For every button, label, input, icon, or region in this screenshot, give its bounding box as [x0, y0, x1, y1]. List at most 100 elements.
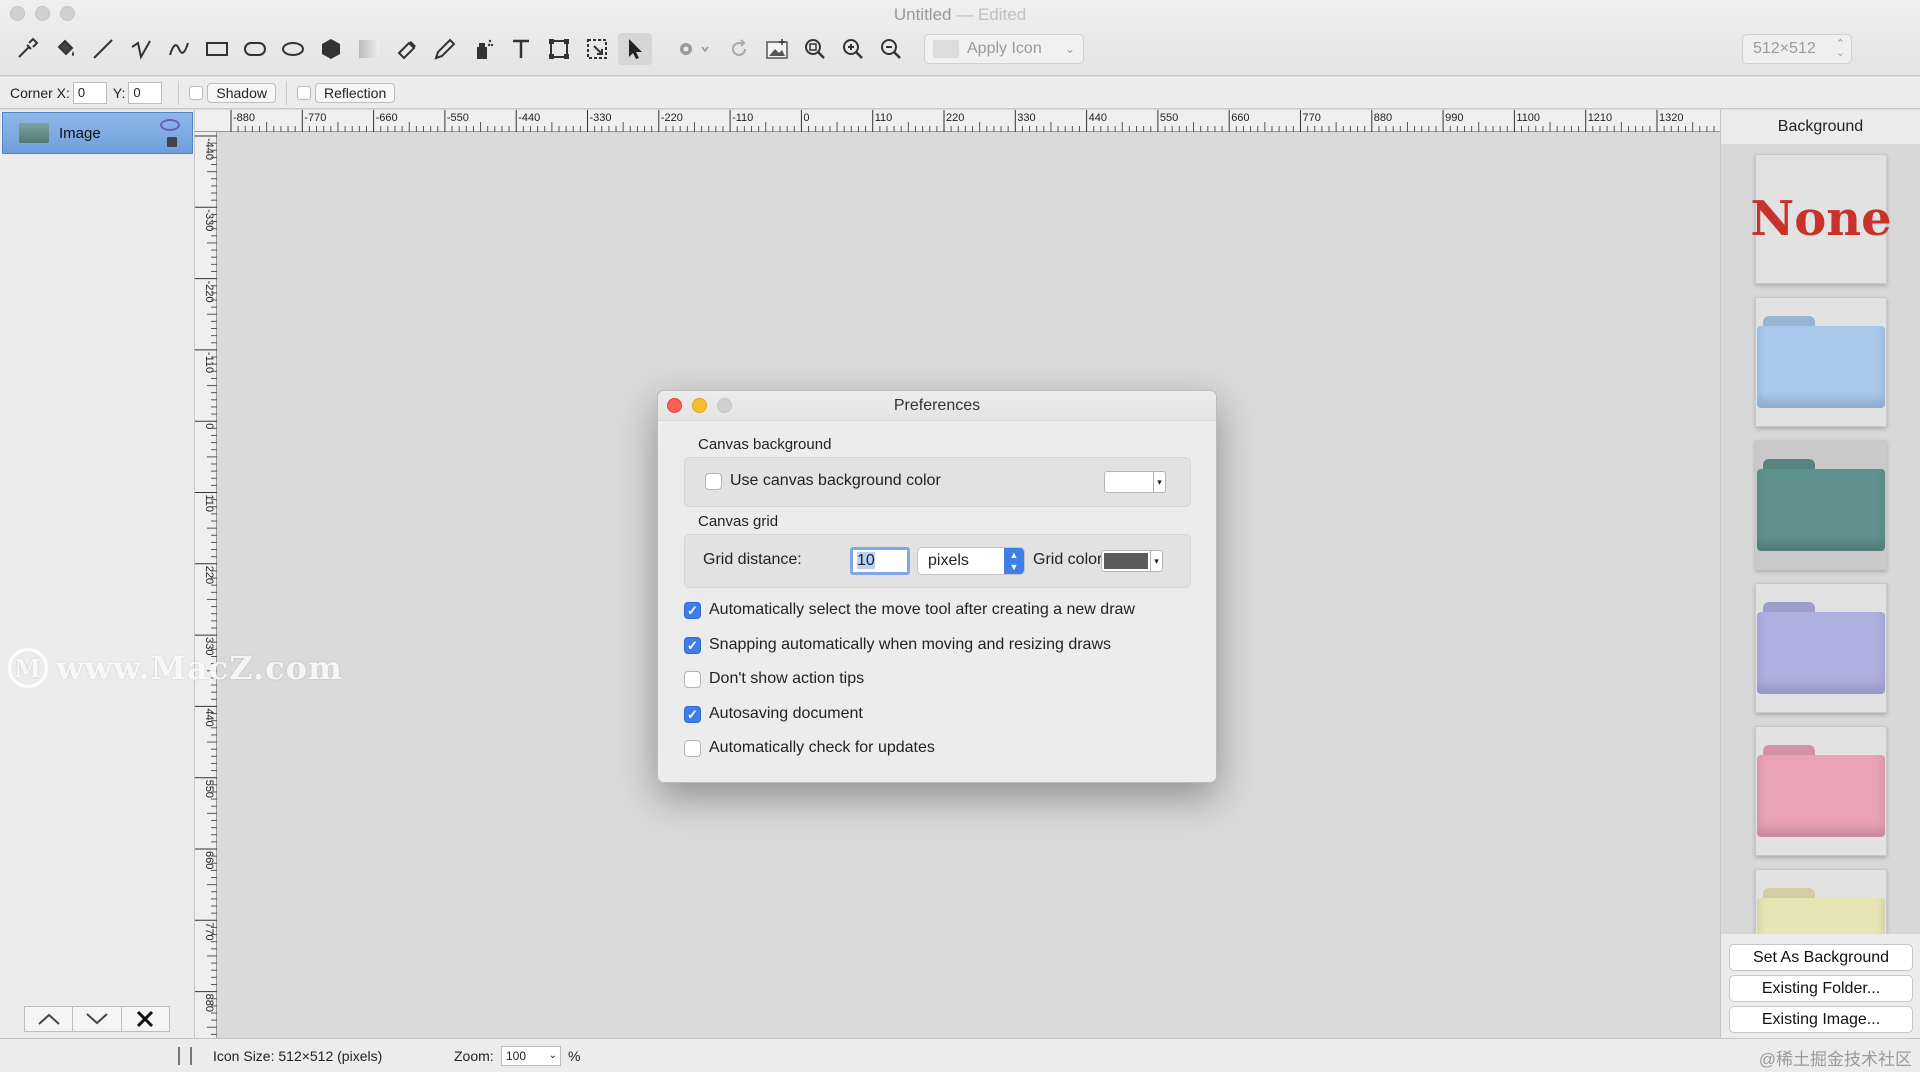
- autosave-label: Autosaving document: [709, 705, 863, 722]
- eye-icon[interactable]: [160, 119, 180, 131]
- grid-distance-label: Grid distance:: [703, 551, 802, 568]
- preferences-dialog: Preferences Canvas background Use canvas…: [657, 390, 1217, 783]
- divider: [178, 80, 180, 105]
- text-tool[interactable]: [504, 33, 538, 65]
- background-list[interactable]: None: [1721, 144, 1920, 934]
- zoom-dialog-button[interactable]: [717, 398, 732, 413]
- folder-icon: [1757, 743, 1885, 839]
- zoom-in-button[interactable]: [836, 33, 870, 65]
- background-folder-yellow[interactable]: [1755, 869, 1887, 934]
- snapping-checkbox[interactable]: [684, 636, 701, 654]
- ruler-label: -550: [447, 112, 469, 124]
- auto-move-tool-checkbox[interactable]: [684, 601, 701, 619]
- corner-x-field[interactable]: 0: [72, 81, 107, 104]
- grid-unit-select[interactable]: pixels ▲ ▼: [917, 547, 1025, 575]
- import-image-button[interactable]: [760, 33, 794, 65]
- existing-image-button[interactable]: Existing Image...: [1729, 1006, 1913, 1033]
- eraser-tool[interactable]: [390, 33, 424, 65]
- background-folder-lavender[interactable]: [1755, 583, 1887, 713]
- grid-color-well[interactable]: ▾: [1101, 550, 1163, 572]
- curve-tool[interactable]: [162, 33, 196, 65]
- chevron-down-icon: ⌄: [548, 1050, 557, 1061]
- window-titlebar: Untitled — Edited Apply Icon ⌄ 512×512 ⌃…: [0, 0, 1920, 76]
- canvas-background-box: Use canvas background color ▾: [684, 457, 1191, 507]
- existing-folder-button[interactable]: Existing Folder...: [1729, 975, 1913, 1002]
- action-tips-label: Don't show action tips: [709, 670, 865, 687]
- folder-icon: [1757, 314, 1885, 410]
- window-title: Untitled — Edited: [0, 5, 1920, 25]
- zoom-fit-button[interactable]: [798, 33, 832, 65]
- grid-color-label: Grid color:: [1033, 551, 1107, 568]
- icon-size-value: 512×512: [1753, 40, 1816, 57]
- ruler-label: -110: [203, 352, 215, 373]
- transform-tool[interactable]: [542, 33, 576, 65]
- option-autosave[interactable]: Autosaving document: [684, 705, 863, 723]
- ruler-label: -110: [732, 112, 753, 124]
- action-tips-checkbox[interactable]: [684, 670, 701, 688]
- layer-thumbnail: [19, 123, 49, 143]
- action-menu-button[interactable]: [670, 33, 718, 65]
- autosave-checkbox[interactable]: [684, 705, 701, 723]
- close-dialog-button[interactable]: [667, 398, 682, 413]
- pointer-tool[interactable]: [618, 33, 652, 65]
- background-folder-pink[interactable]: [1755, 726, 1887, 856]
- shadow-button[interactable]: Shadow: [207, 82, 276, 103]
- grid-distance-value: 10: [857, 552, 875, 569]
- background-folder-blue[interactable]: [1755, 297, 1887, 427]
- ruler-label: 1100: [1516, 112, 1540, 124]
- ruler-label: 0: [803, 112, 809, 124]
- zoom-select[interactable]: 100 ⌄: [501, 1046, 561, 1066]
- background-none-item[interactable]: None: [1750, 154, 1892, 284]
- option-auto-move-tool[interactable]: Automatically select the move tool after…: [684, 601, 1135, 619]
- layer-item[interactable]: Image: [2, 112, 193, 154]
- check-updates-checkbox[interactable]: [684, 739, 701, 757]
- pencil-tool[interactable]: [428, 33, 462, 65]
- canvas-background-color-well[interactable]: ▾: [1104, 471, 1166, 493]
- pencil-icon: [434, 38, 456, 60]
- folder-icon: [1757, 600, 1885, 696]
- reflection-checkbox[interactable]: [296, 85, 311, 100]
- lock-icon[interactable]: [167, 137, 177, 147]
- set-as-background-button[interactable]: Set As Background: [1729, 944, 1913, 971]
- use-canvas-background-checkbox[interactable]: [705, 472, 722, 490]
- ruler-label: 440: [203, 708, 215, 726]
- color-swatch: [1104, 553, 1148, 569]
- gradient-tool[interactable]: [352, 33, 386, 65]
- delete-layer-button[interactable]: [122, 1007, 169, 1031]
- rounded-rectangle-tool[interactable]: [238, 33, 272, 65]
- reflection-button[interactable]: Reflection: [314, 82, 396, 103]
- spray-tool[interactable]: [466, 33, 500, 65]
- option-action-tips[interactable]: Don't show action tips: [684, 670, 864, 688]
- background-folder-teal[interactable]: [1755, 440, 1887, 570]
- apply-icon-button[interactable]: Apply Icon ⌄: [924, 34, 1084, 64]
- option-snapping[interactable]: Snapping automatically when moving and r…: [684, 636, 1111, 654]
- canvas-grid-heading: Canvas grid: [698, 513, 779, 530]
- paint-bucket-tool[interactable]: [48, 33, 82, 65]
- eyedropper-tool[interactable]: [10, 33, 44, 65]
- corner-y-field[interactable]: 0: [128, 81, 163, 104]
- move-layer-up-button[interactable]: [25, 1007, 74, 1031]
- horizontal-ruler: -880 -770 -660 -550 -440 -330 -220 -110 0 110 220 3…: [195, 110, 1720, 132]
- document-name: Untitled: [893, 5, 952, 24]
- options-bar: Corner X: 0 Y: 0 Shadow Reflection: [0, 77, 1920, 109]
- move-layer-down-button[interactable]: [73, 1007, 122, 1031]
- close-icon: [137, 1010, 154, 1028]
- crop-tool[interactable]: [580, 33, 614, 65]
- rotate-button[interactable]: [722, 33, 756, 65]
- rectangle-tool[interactable]: [200, 33, 234, 65]
- grid-distance-input[interactable]: 10: [850, 547, 910, 575]
- icon-size-select[interactable]: 512×512 ⌃ ⌄: [1742, 34, 1852, 64]
- toolbar: Apply Icon ⌄: [10, 33, 1084, 65]
- minimize-dialog-button[interactable]: [692, 398, 707, 413]
- option-check-updates[interactable]: Automatically check for updates: [684, 739, 935, 757]
- polyline-tool[interactable]: [124, 33, 158, 65]
- polygon-tool[interactable]: [314, 33, 348, 65]
- resize-grip-icon[interactable]: [178, 1047, 192, 1065]
- zoom-out-button[interactable]: [874, 33, 908, 65]
- line-tool[interactable]: [86, 33, 120, 65]
- ellipse-tool[interactable]: [276, 33, 310, 65]
- shadow-checkbox[interactable]: [189, 85, 204, 100]
- chevron-down-icon: ▾: [1150, 551, 1162, 571]
- zoom-fit-icon: [805, 39, 825, 59]
- dialog-titlebar: Preferences: [658, 391, 1216, 421]
